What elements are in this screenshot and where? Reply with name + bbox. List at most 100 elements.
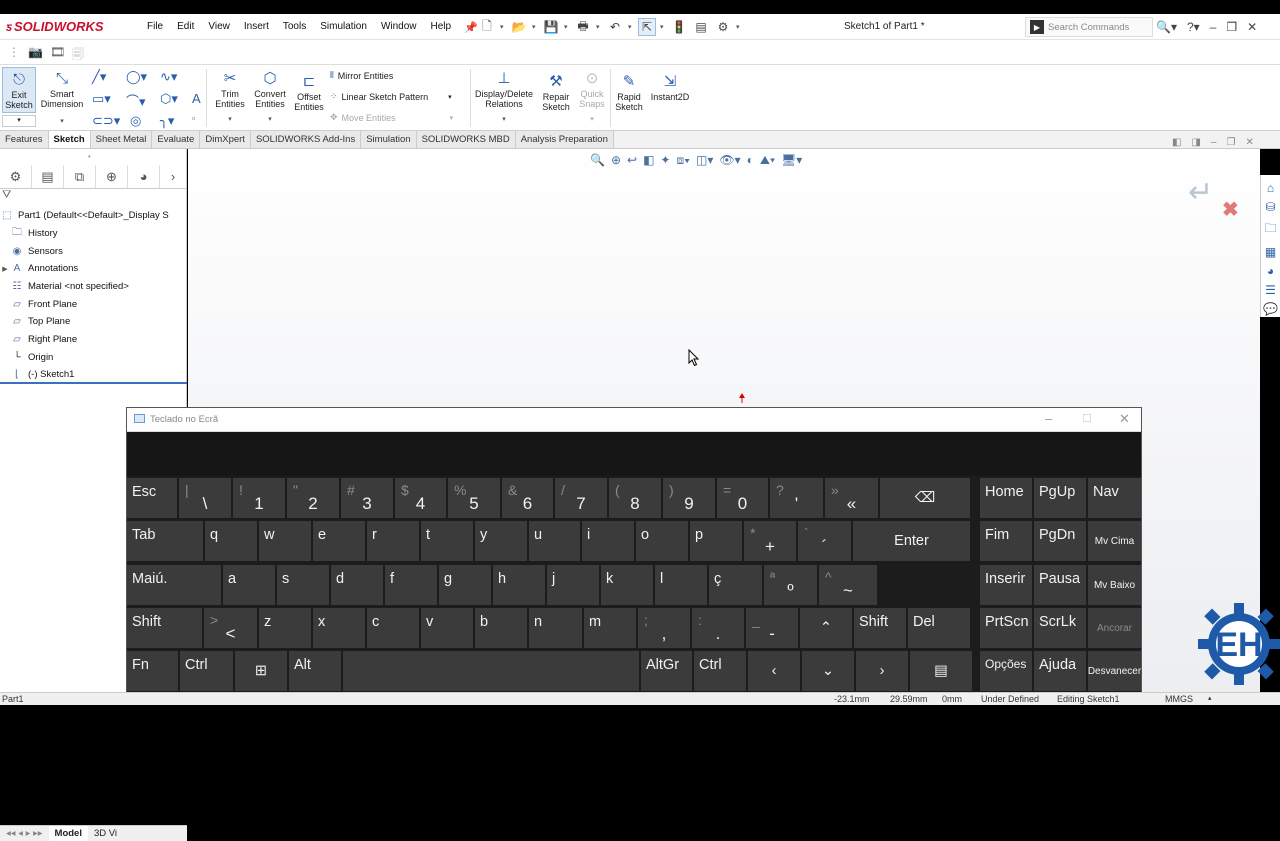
nav-key-pausa[interactable]: Pausa	[1034, 565, 1086, 605]
close-window-icon[interactable]: ✕	[1247, 20, 1257, 34]
nav-key-fim[interactable]: Fim	[980, 521, 1032, 561]
keyboard-close-icon[interactable]: ✕	[1119, 408, 1130, 430]
tree-item-right-plane[interactable]: ▱ Right Plane	[0, 331, 187, 349]
tab-3d-views[interactable]: 3D Vi	[88, 826, 123, 841]
view-settings-icon[interactable]: 🖥▾	[781, 153, 802, 168]
key-3-0-shift[interactable]: Shift	[127, 608, 202, 648]
minimize-window-icon[interactable]: –	[1210, 20, 1217, 34]
key-4-5-altgr[interactable]: AltGr	[641, 651, 692, 691]
viewport-close-icon[interactable]: ✕	[1245, 137, 1253, 148]
key-2-6-h[interactable]: h	[493, 565, 545, 605]
property-manager-tab-icon[interactable]: ▤	[32, 165, 64, 188]
key-0-13-symbol[interactable]: » «	[825, 478, 878, 518]
key-2-11-symbol[interactable]: ªº	[764, 565, 817, 605]
display-delete-relations-button[interactable]: ⊥ Display/Delete Relations ▾	[472, 70, 536, 125]
keyboard-title-bar[interactable]: Teclado no Ecrã – ☐ ✕	[127, 408, 1141, 432]
print-dropdown-icon[interactable]: ▾	[596, 23, 602, 31]
key-2-5-g[interactable]: g	[439, 565, 491, 605]
arc-icon[interactable]: ⌒▾	[126, 91, 146, 110]
tab-dimxpert[interactable]: DimXpert	[200, 131, 251, 148]
key-3-10-symbol[interactable]: :.	[692, 608, 744, 648]
undo-dropdown-icon[interactable]: ▾	[628, 23, 634, 31]
smart-dimension-dropdown-icon[interactable]: ▾	[38, 117, 86, 127]
key-1-11-symbol[interactable]: * +	[744, 521, 796, 561]
exit-sketch-dropdown[interactable]: ▾	[2, 115, 36, 127]
key-0-5-4[interactable]: $4	[395, 478, 446, 518]
display-manager-tab-icon[interactable]: ◕	[128, 165, 160, 188]
key-0-14-symbol[interactable]: ⌫	[880, 478, 970, 518]
menu-help[interactable]: Help	[424, 14, 459, 40]
record-icon[interactable]: 🎞	[50, 45, 65, 59]
keyboard-minimize-icon[interactable]: –	[1045, 408, 1052, 430]
convert-entities-button[interactable]: ⬡ Convert Entities ▾	[250, 70, 290, 125]
key-3-14-del[interactable]: Del	[908, 608, 970, 648]
polygon-icon[interactable]: ⬡▾	[160, 91, 178, 107]
camera-icon[interactable]: 📷	[28, 45, 43, 59]
key-3-13-shift[interactable]: Shift	[854, 608, 906, 648]
menu-edit[interactable]: Edit	[170, 14, 201, 40]
menu-view[interactable]: View	[201, 14, 237, 40]
pin-icon[interactable]: 📌	[464, 21, 478, 34]
circle-icon[interactable]: ◯▾	[126, 69, 147, 85]
key-4-8-symbol[interactable]: ⌄	[802, 651, 854, 691]
file-properties-icon[interactable]: ▤	[692, 18, 710, 36]
nav-key-op-es[interactable]: Opções	[980, 651, 1032, 691]
key-0-3-2[interactable]: " 2	[287, 478, 339, 518]
key-3-11-symbol[interactable]: _ -	[746, 608, 798, 648]
nav-key-mv-cima[interactable]: Mv Cima	[1088, 521, 1141, 561]
new-document-icon[interactable]: 🗋	[478, 18, 496, 36]
open-folder-icon[interactable]: 📂	[510, 18, 528, 36]
key-0-10-9[interactable]: ) 9	[663, 478, 715, 518]
convert-dropdown-icon[interactable]: ▾	[250, 115, 290, 125]
save-icon[interactable]: 💾	[542, 18, 560, 36]
tab-evaluate[interactable]: Evaluate	[152, 131, 201, 148]
viewport-restore-icon[interactable]: ❐	[1226, 137, 1235, 148]
tab-solidworks-addins[interactable]: SOLIDWORKS Add-Ins	[250, 131, 362, 148]
tree-item-sketch1[interactable]: ⌊ (-) Sketch1	[0, 366, 187, 384]
select-arrow-icon[interactable]: ⇱	[638, 18, 656, 36]
spline-icon[interactable]: ∿▾	[160, 69, 177, 85]
nav-key-pgup[interactable]: PgUp	[1034, 478, 1086, 518]
key-3-1-symbol[interactable]: > <	[204, 608, 257, 648]
tabs-next-icon[interactable]: ›	[160, 165, 186, 188]
appearances-icon[interactable]: ◕	[1267, 264, 1274, 278]
plane-icon[interactable]: ▫	[192, 113, 195, 123]
tree-item-top-plane[interactable]: ▱ Top Plane	[0, 313, 187, 331]
zoom-to-fit-icon[interactable]: 🔍	[590, 153, 605, 168]
rebuild-icon[interactable]: 🚦	[670, 18, 688, 36]
restore-window-icon[interactable]: ❐	[1226, 20, 1237, 34]
tab-analysis-preparation[interactable]: Analysis Preparation	[515, 131, 614, 148]
linear-sketch-pattern-button[interactable]: ⁘ Linear Sketch Pattern ▾	[330, 91, 452, 102]
key-4-2-symbol[interactable]: ⊞	[235, 651, 287, 691]
menu-window[interactable]: Window	[374, 14, 424, 40]
viewport-tile-right-icon[interactable]: ◨	[1191, 137, 1200, 148]
tree-item-origin[interactable]: └ Origin	[0, 349, 187, 367]
expand-arrow-icon[interactable]: ▶	[0, 265, 10, 273]
menu-file[interactable]: File	[140, 14, 170, 40]
key-2-8-k[interactable]: k	[601, 565, 653, 605]
key-4-3-alt[interactable]: Alt	[289, 651, 341, 691]
key-2-9-l[interactable]: l	[655, 565, 707, 605]
cancel-sketch-icon[interactable]: ✖	[1222, 197, 1239, 222]
nav-key-home[interactable]: Home	[980, 478, 1032, 518]
nav-key-pgdn[interactable]: PgDn	[1034, 521, 1086, 561]
panel-splitter-handle[interactable]: •	[88, 152, 91, 161]
key-2-2-s[interactable]: s	[277, 565, 329, 605]
key-4-6-ctrl[interactable]: Ctrl	[694, 651, 746, 691]
key-3-12-symbol[interactable]: ⌃	[800, 608, 852, 648]
dimxpert-manager-tab-icon[interactable]: ⊕	[96, 165, 128, 188]
undo-icon[interactable]: ↶	[606, 18, 624, 36]
tab-features[interactable]: Features	[0, 131, 49, 148]
key-1-1-q[interactable]: q	[205, 521, 257, 561]
nav-key-prtscn[interactable]: PrtScn	[980, 608, 1032, 648]
tree-filter[interactable]: ⛛	[0, 189, 187, 207]
trim-entities-button[interactable]: ✂ Trim Entities ▾	[212, 70, 248, 125]
key-0-11-0[interactable]: = 0	[717, 478, 768, 518]
text-icon[interactable]: A	[192, 91, 201, 106]
key-1-4-r[interactable]: r	[367, 521, 419, 561]
units-dropdown-icon[interactable]: ▴	[1208, 694, 1212, 702]
nav-key-desvanecer[interactable]: Desvanecer	[1088, 651, 1141, 691]
key-2-1-a[interactable]: a	[223, 565, 275, 605]
viewport-minimize-icon[interactable]: –	[1211, 137, 1217, 148]
key-4-0-fn[interactable]: Fn	[127, 651, 178, 691]
